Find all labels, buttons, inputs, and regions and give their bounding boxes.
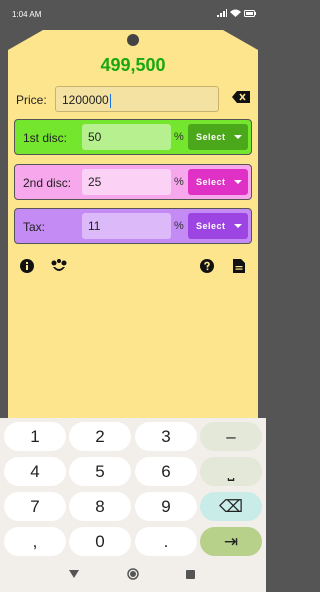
battery-icon bbox=[244, 9, 256, 17]
price-value: 1200000 bbox=[62, 93, 109, 107]
chevron-down-icon bbox=[234, 180, 242, 184]
chevron-down-icon bbox=[234, 135, 242, 139]
wifi-icon bbox=[230, 9, 241, 17]
key-2[interactable]: 2 bbox=[69, 422, 131, 451]
back-icon[interactable] bbox=[69, 570, 79, 578]
key-8[interactable]: 8 bbox=[69, 492, 131, 521]
first-discount-input[interactable]: 50 bbox=[82, 124, 171, 150]
home-icon[interactable] bbox=[127, 568, 139, 580]
percent-sign: % bbox=[174, 176, 184, 188]
key-1[interactable]: 1 bbox=[4, 422, 66, 451]
status-time: 1:04 AM bbox=[12, 10, 42, 19]
percent-sign: % bbox=[174, 220, 184, 232]
percent-sign: % bbox=[174, 131, 184, 143]
system-nav-bar bbox=[0, 560, 266, 592]
key-next[interactable]: ⇥ bbox=[200, 527, 262, 556]
key-period[interactable]: . bbox=[135, 527, 197, 556]
second-discount-row: 2nd disc: 25 % Select bbox=[14, 164, 252, 200]
info-icon[interactable] bbox=[20, 259, 34, 273]
key-3[interactable]: 3 bbox=[135, 422, 197, 451]
first-discount-select[interactable]: Select bbox=[188, 124, 248, 150]
key-9[interactable]: 9 bbox=[135, 492, 197, 521]
help-icon[interactable] bbox=[200, 259, 214, 273]
price-label: Price: bbox=[16, 93, 47, 107]
second-discount-label: 2nd disc: bbox=[23, 176, 72, 190]
key-4[interactable]: 4 bbox=[4, 457, 66, 486]
second-discount-input[interactable]: 25 bbox=[82, 169, 171, 195]
tag-hole bbox=[127, 34, 139, 46]
chevron-down-icon bbox=[234, 224, 242, 228]
second-discount-select[interactable]: Select bbox=[188, 169, 248, 195]
price-input[interactable]: 1200000 bbox=[55, 86, 219, 112]
result-display: 499,500 bbox=[100, 55, 166, 75]
text-cursor bbox=[109, 93, 111, 108]
tax-row: Tax: 11 % Select bbox=[14, 208, 252, 244]
signal-icon bbox=[217, 9, 227, 17]
tax-label: Tax: bbox=[23, 220, 46, 234]
price-tag-panel: 499,500 Price: 1200000 1st disc: 50 % Se… bbox=[8, 30, 258, 418]
first-discount-label: 1st disc: bbox=[23, 131, 68, 145]
document-icon[interactable] bbox=[233, 259, 245, 273]
key-minus[interactable]: – bbox=[200, 422, 262, 451]
recents-icon[interactable] bbox=[186, 570, 195, 579]
first-discount-row: 1st disc: 50 % Select bbox=[14, 119, 252, 155]
status-bar: 1:04 AM bbox=[0, 0, 266, 30]
key-0[interactable]: 0 bbox=[69, 527, 131, 556]
select-label: Select bbox=[196, 177, 226, 187]
backspace-icon[interactable] bbox=[232, 91, 250, 103]
key-5[interactable]: 5 bbox=[69, 457, 131, 486]
share-icon[interactable] bbox=[51, 259, 67, 273]
key-6[interactable]: 6 bbox=[135, 457, 197, 486]
key-comma[interactable]: , bbox=[4, 527, 66, 556]
tax-input[interactable]: 11 bbox=[82, 213, 171, 239]
key-space[interactable]: ⎵ bbox=[200, 457, 262, 486]
select-label: Select bbox=[196, 221, 226, 231]
select-label: Select bbox=[196, 132, 226, 142]
tax-select[interactable]: Select bbox=[188, 213, 248, 239]
key-7[interactable]: 7 bbox=[4, 492, 66, 521]
key-backspace[interactable]: ⌫ bbox=[200, 492, 262, 521]
